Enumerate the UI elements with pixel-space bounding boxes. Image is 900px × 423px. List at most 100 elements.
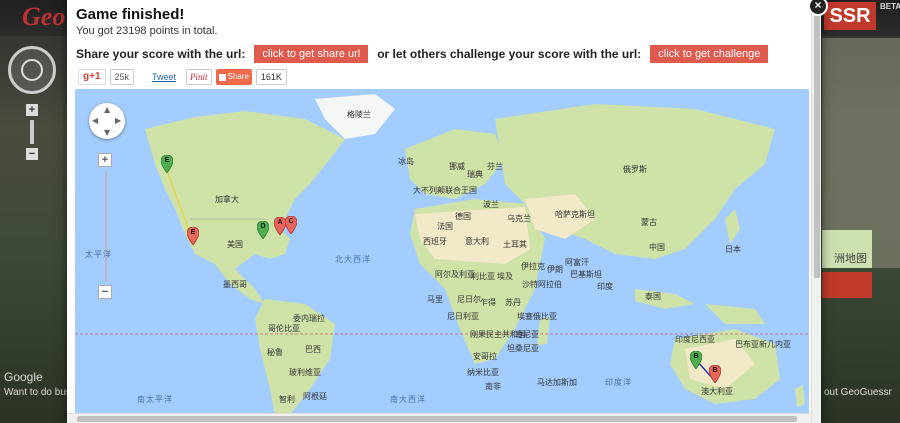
bottom-hint-text: Want to do bus bbox=[4, 387, 70, 398]
horizontal-scroll-thumb[interactable] bbox=[77, 416, 797, 422]
marker-e-guess[interactable]: E bbox=[161, 155, 173, 173]
streetview-zoom-out-button[interactable]: − bbox=[26, 148, 38, 160]
score-summary: You got 23198 points in total. bbox=[76, 25, 218, 37]
topbar-logo-badge: SSR bbox=[824, 2, 876, 30]
map-label: 秘鲁 bbox=[267, 348, 283, 357]
marker-b-guess[interactable]: B bbox=[690, 351, 702, 369]
google-plus-button[interactable]: g+1 bbox=[78, 69, 106, 85]
get-share-url-button[interactable]: click to get share url bbox=[254, 45, 369, 63]
map-label: 阿富汗 bbox=[565, 258, 589, 267]
pan-left-icon[interactable]: ◀ bbox=[92, 116, 98, 125]
tweet-link[interactable]: Tweet bbox=[152, 72, 176, 82]
share-icon bbox=[218, 73, 226, 81]
map-label: 伊拉克 bbox=[521, 262, 545, 271]
facebook-share-button[interactable]: Share bbox=[215, 69, 252, 85]
geoguessr-logo: Geo bbox=[22, 2, 66, 31]
map-label: 芬兰 bbox=[487, 162, 503, 171]
map-label: 乍得 bbox=[480, 298, 496, 307]
facebook-share-label: Share bbox=[227, 72, 249, 81]
marker-letter: B bbox=[693, 353, 699, 360]
map-label: 俄罗斯 bbox=[623, 165, 647, 174]
dialog-title: Game finished! bbox=[76, 6, 185, 23]
map-label: 埃塞俄比亚 bbox=[517, 312, 557, 321]
map-label: 坦桑尼亚 bbox=[507, 344, 539, 353]
pan-right-icon[interactable]: ▶ bbox=[115, 116, 121, 125]
pan-down-icon[interactable]: ▼ bbox=[104, 128, 110, 137]
ocean-label: 太平洋 bbox=[85, 250, 112, 259]
map-label: 伊朗 bbox=[547, 265, 563, 274]
vertical-scrollbar[interactable] bbox=[811, 0, 821, 423]
map-label: 哥伦比亚 bbox=[268, 324, 300, 333]
map-label: 挪威 bbox=[449, 162, 465, 171]
pinterest-button[interactable]: Pinit bbox=[186, 69, 212, 85]
marker-d-guess[interactable]: D bbox=[257, 221, 269, 239]
marker-c-actual[interactable]: C bbox=[285, 216, 297, 234]
share-row: Share your score with the url: click to … bbox=[76, 45, 777, 63]
map-label: 阿尔及利亚 bbox=[435, 270, 475, 279]
map-label: 法国 bbox=[437, 222, 453, 231]
map-label: 巴基斯坦 bbox=[570, 270, 602, 279]
game-finished-dialog: Game finished! You got 23198 points in t… bbox=[67, 0, 821, 423]
map-label: 波兰 bbox=[483, 200, 499, 209]
streetview-zoom-track[interactable] bbox=[30, 120, 34, 144]
side-guess-button[interactable] bbox=[822, 272, 872, 298]
map-label: 冰岛 bbox=[398, 157, 414, 166]
map-label: 安哥拉 bbox=[473, 352, 497, 361]
map-label: 瑞典 bbox=[467, 170, 483, 179]
share-url-label: Share your score with the url: bbox=[76, 47, 246, 61]
map-label: 墨西哥 bbox=[223, 280, 247, 289]
map-label: 日本 bbox=[725, 245, 741, 254]
map-label: 土耳其 bbox=[503, 240, 527, 249]
ocean-label: 印度洋 bbox=[605, 378, 632, 387]
map-label: 尼日利亚 bbox=[447, 312, 479, 321]
ocean-label: 南大西洋 bbox=[390, 395, 426, 404]
marker-b-actual[interactable]: B bbox=[709, 365, 721, 383]
map-label: 澳大利亚 bbox=[701, 387, 733, 396]
google-plus-count: 25k bbox=[109, 69, 135, 85]
map-label: 南非 bbox=[485, 382, 501, 391]
map-label: 美国 bbox=[227, 240, 243, 249]
horizontal-scrollbar[interactable] bbox=[67, 413, 811, 423]
map-label: 苏丹 bbox=[505, 298, 521, 307]
social-share-row: g+1 25k Tweet Pinit Share 161K bbox=[78, 69, 287, 85]
map-label: 马达加斯加 bbox=[537, 378, 577, 387]
map-zoom-control: + − bbox=[98, 153, 114, 313]
result-map[interactable]: ▲ ▼ ◀ ▶ + − 格陵兰 冰岛 加拿大 美国 墨西哥 委内瑞拉 哥伦比亚 … bbox=[75, 89, 809, 415]
map-label: 沙特阿拉伯 bbox=[522, 280, 562, 289]
challenge-url-label: or let others challenge your score with … bbox=[377, 47, 642, 61]
marker-letter: C bbox=[288, 218, 294, 225]
side-minimap[interactable]: 洲地图 bbox=[822, 230, 872, 268]
map-label: 尼日尔 bbox=[457, 295, 481, 304]
map-label: 大不列颠联合王国 bbox=[413, 186, 477, 195]
about-link[interactable]: out GeoGuessr bbox=[824, 387, 892, 398]
beta-label: BETA bbox=[880, 2, 900, 11]
map-label: 西班牙 bbox=[423, 237, 447, 246]
map-label: 德国 bbox=[455, 212, 471, 221]
ocean-label: 北大西洋 bbox=[335, 255, 371, 264]
map-label: 阿根廷 bbox=[303, 392, 327, 401]
map-zoom-in-button[interactable]: + bbox=[98, 153, 112, 167]
marker-letter: E bbox=[190, 229, 196, 236]
get-challenge-url-button[interactable]: click to get challenge bbox=[650, 45, 769, 63]
pan-up-icon[interactable]: ▲ bbox=[104, 105, 110, 114]
vertical-scroll-thumb[interactable] bbox=[814, 10, 820, 278]
map-label: 玻利维亚 bbox=[289, 368, 321, 377]
map-label: 肯尼亚 bbox=[515, 330, 539, 339]
marker-e-actual[interactable]: E bbox=[187, 227, 199, 245]
compass-inner-icon bbox=[21, 59, 43, 81]
map-label: 哈萨克斯坦 bbox=[555, 210, 595, 219]
streetview-zoom-in-button[interactable]: + bbox=[26, 104, 38, 116]
map-zoom-out-button[interactable]: − bbox=[98, 285, 112, 299]
map-label: 埃及 bbox=[497, 272, 513, 281]
map-pan-control[interactable]: ▲ ▼ ◀ ▶ bbox=[89, 103, 125, 139]
map-label: 意大利 bbox=[465, 237, 489, 246]
map-label: 印度 bbox=[597, 282, 613, 291]
facebook-share-count: 161K bbox=[255, 69, 287, 85]
map-label: 印度尼西亚 bbox=[675, 335, 715, 344]
map-label: 泰国 bbox=[645, 292, 661, 301]
map-label: 巴布亚新几内亚 bbox=[735, 340, 791, 349]
map-label: 马里 bbox=[427, 295, 443, 304]
google-watermark: Google bbox=[4, 370, 43, 384]
map-zoom-slider[interactable] bbox=[105, 171, 107, 281]
streetview-compass[interactable] bbox=[8, 46, 56, 94]
